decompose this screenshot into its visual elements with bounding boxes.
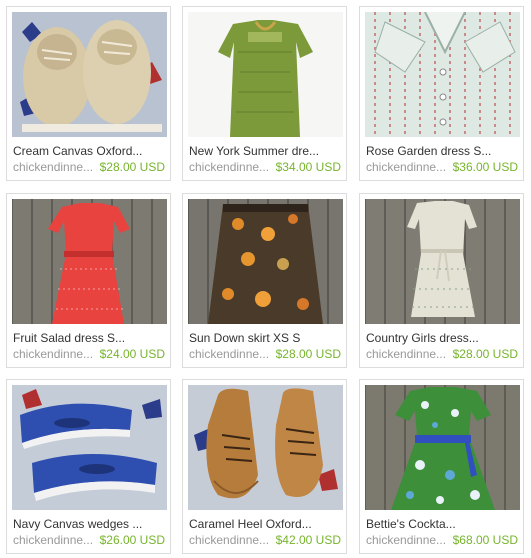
listing-image[interactable] xyxy=(365,385,520,510)
listing-image[interactable] xyxy=(12,199,167,324)
listing-shop[interactable]: chickendinne... xyxy=(366,347,452,361)
listing-price: $36.00 USD xyxy=(452,160,518,174)
listing-shop[interactable]: chickendinne... xyxy=(189,160,275,174)
listing-shop[interactable]: chickendinne... xyxy=(189,533,275,547)
listing-price: $68.00 USD xyxy=(452,533,518,547)
listing-image[interactable] xyxy=(12,385,167,510)
listing-image[interactable] xyxy=(365,12,520,137)
listing-title[interactable]: New York Summer dre... xyxy=(189,144,345,158)
listing-card[interactable]: Caramel Heel Oxford... chickendinne... $… xyxy=(182,379,347,554)
listing-card[interactable]: Sun Down skirt XS S chickendinne... $28.… xyxy=(182,193,347,368)
listing-shop[interactable]: chickendinne... xyxy=(13,533,99,547)
listing-title[interactable]: Caramel Heel Oxford... xyxy=(189,517,345,531)
listing-price: $34.00 USD xyxy=(275,160,341,174)
listing-shop[interactable]: chickendinne... xyxy=(366,533,452,547)
listing-card[interactable]: Rose Garden dress S... chickendinne... $… xyxy=(359,6,524,181)
listing-title[interactable]: Cream Canvas Oxford... xyxy=(13,144,169,158)
listing-title[interactable]: Sun Down skirt XS S xyxy=(189,331,345,345)
listing-grid: Cream Canvas Oxford... chickendinne... $… xyxy=(6,6,528,554)
listing-price: $28.00 USD xyxy=(452,347,518,361)
listing-price: $24.00 USD xyxy=(99,347,165,361)
listing-shop[interactable]: chickendinne... xyxy=(13,347,99,361)
listing-card[interactable]: Country Girls dress... chickendinne... $… xyxy=(359,193,524,368)
listing-shop[interactable]: chickendinne... xyxy=(13,160,99,174)
listing-image[interactable] xyxy=(188,199,343,324)
listing-image[interactable] xyxy=(188,385,343,510)
listing-price: $26.00 USD xyxy=(99,533,165,547)
listing-title[interactable]: Country Girls dress... xyxy=(366,331,522,345)
listing-card[interactable]: Bettie's Cockta... chickendinne... $68.0… xyxy=(359,379,524,554)
listing-shop[interactable]: chickendinne... xyxy=(366,160,452,174)
listing-image[interactable] xyxy=(365,199,520,324)
listing-image[interactable] xyxy=(188,12,343,137)
listing-price: $28.00 USD xyxy=(275,347,341,361)
listing-shop[interactable]: chickendinne... xyxy=(189,347,275,361)
listing-card[interactable]: Fruit Salad dress S... chickendinne... $… xyxy=(6,193,171,368)
listing-title[interactable]: Fruit Salad dress S... xyxy=(13,331,169,345)
listing-price: $42.00 USD xyxy=(275,533,341,547)
listing-title[interactable]: Bettie's Cockta... xyxy=(366,517,522,531)
listing-card[interactable]: Cream Canvas Oxford... chickendinne... $… xyxy=(6,6,171,181)
listing-image[interactable] xyxy=(12,12,167,137)
listing-title[interactable]: Rose Garden dress S... xyxy=(366,144,522,158)
listing-title[interactable]: Navy Canvas wedges ... xyxy=(13,517,169,531)
listing-price: $28.00 USD xyxy=(99,160,165,174)
listing-card[interactable]: New York Summer dre... chickendinne... $… xyxy=(182,6,347,181)
listing-card[interactable]: Navy Canvas wedges ... chickendinne... $… xyxy=(6,379,171,554)
